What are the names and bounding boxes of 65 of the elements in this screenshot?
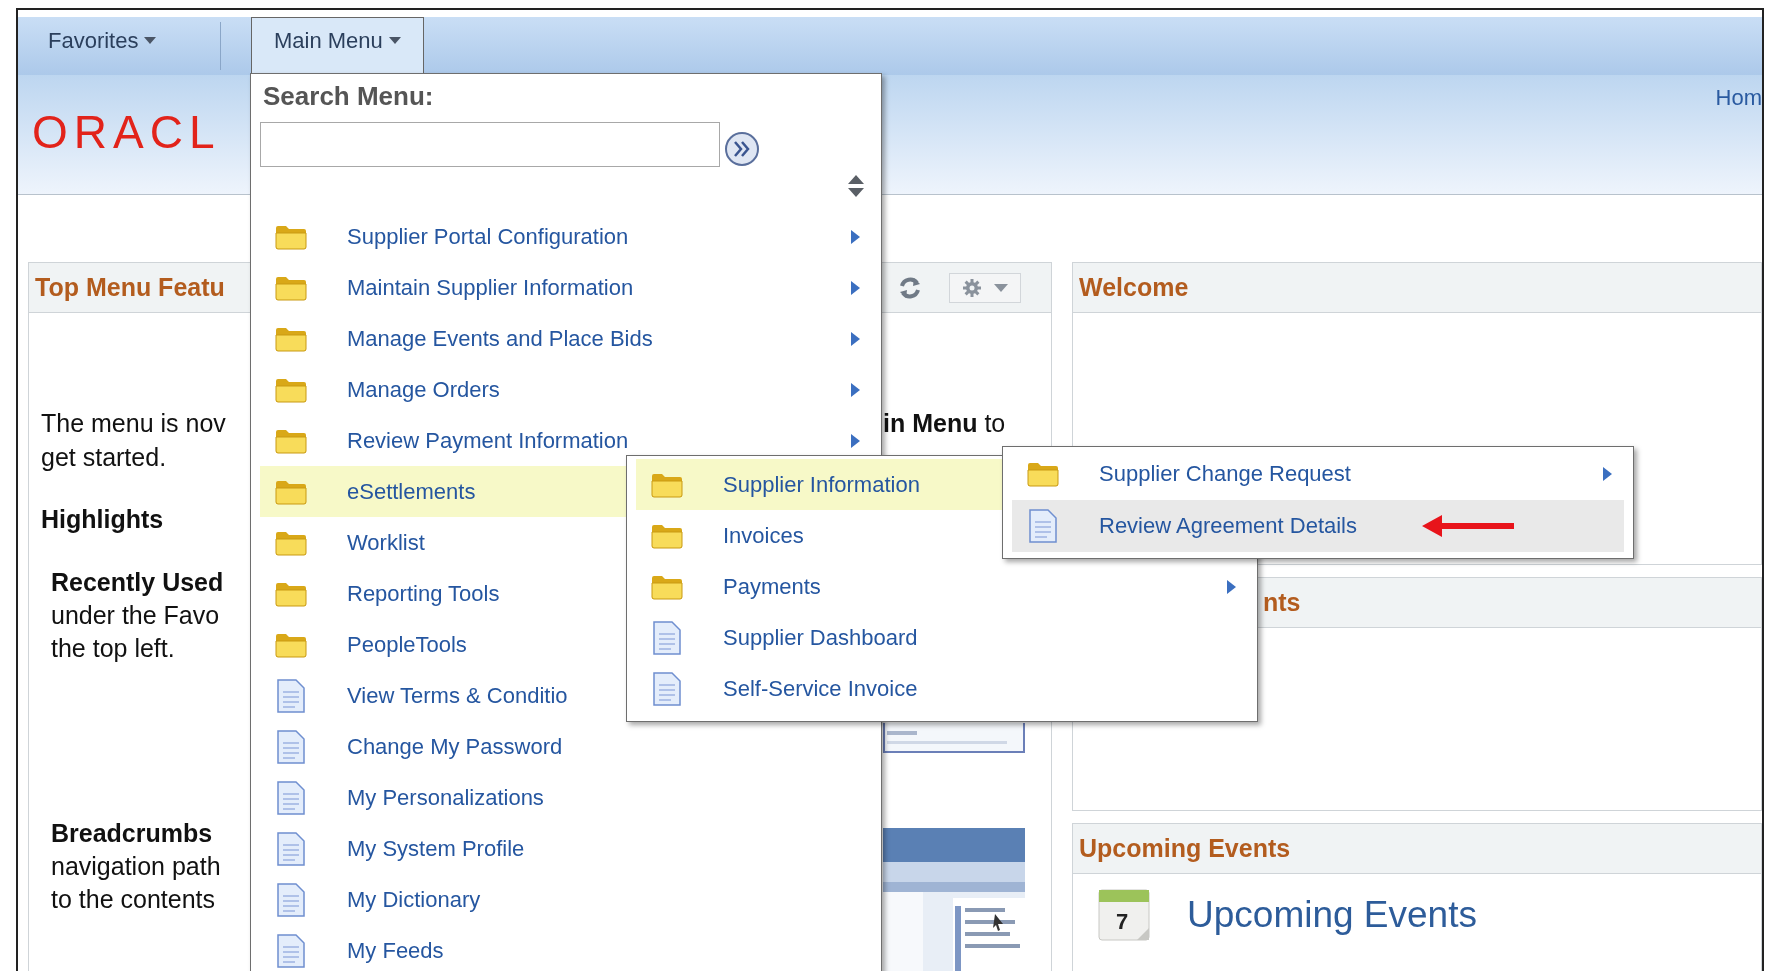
- panel-title: nts: [1263, 588, 1301, 617]
- panel-title: Welcome: [1079, 273, 1189, 302]
- page-icon: [275, 933, 307, 968]
- page-icon: [275, 831, 307, 866]
- folder-icon: [651, 573, 683, 600]
- logo: ORACL: [32, 107, 221, 157]
- menu-item[interactable]: Maintain Supplier Information: [260, 262, 872, 313]
- page-icon: [651, 620, 683, 655]
- intro-text: get started.: [41, 442, 168, 473]
- panel-title: Top Menu Featu: [35, 273, 225, 302]
- page-icon: [275, 780, 307, 815]
- caret-icon: [388, 37, 401, 44]
- menu-item[interactable]: My System Profile: [260, 823, 872, 874]
- section-text: to the contents: [51, 884, 216, 915]
- menu-item[interactable]: Payments: [636, 561, 1248, 612]
- page-icon: [275, 678, 307, 713]
- folder-icon: [275, 376, 307, 403]
- search-label: Search Menu:: [262, 81, 435, 111]
- menu-item[interactable]: My Feeds: [260, 925, 872, 971]
- page-icon: [275, 729, 307, 764]
- intro-text: The menu is nov: [41, 408, 227, 439]
- folder-icon: [275, 325, 307, 352]
- folder-icon: [275, 631, 307, 658]
- folder-icon: [275, 223, 307, 250]
- panel-title: Upcoming Events: [1079, 834, 1291, 863]
- nav-menu-button[interactable]: Favorites: [24, 17, 204, 75]
- calendar-day: 7: [1116, 909, 1129, 935]
- go-button-icon[interactable]: [724, 130, 760, 167]
- folder-icon: [275, 580, 307, 607]
- menu-item[interactable]: Review Agreement Details: [1012, 500, 1624, 552]
- section-text: the top left.: [51, 633, 176, 664]
- events-heading: Upcoming Events: [1187, 894, 1477, 936]
- menu-item[interactable]: My Personalizations: [260, 772, 872, 823]
- search-field[interactable]: [260, 122, 720, 167]
- nav-menu-button[interactable]: Main Menu: [251, 17, 424, 75]
- folder-icon: [1027, 461, 1059, 487]
- intro-text: in Menu to: [883, 408, 1006, 439]
- page-icon: [275, 882, 307, 917]
- caret-icon: [144, 37, 157, 44]
- settings-icon: [962, 277, 982, 298]
- folder-icon: [651, 522, 683, 549]
- folder-icon: [275, 478, 307, 505]
- menu-item[interactable]: Manage Orders: [260, 364, 872, 415]
- calendar-icon: [1097, 888, 1151, 942]
- section-heading: Highlights: [41, 504, 165, 535]
- settings-dropdown-button[interactable]: [949, 272, 1021, 303]
- menu-item[interactable]: My Dictionary: [260, 874, 872, 925]
- sort-icon[interactable]: [847, 175, 865, 197]
- page-icon: [651, 671, 683, 706]
- section-text: under the Favo: [51, 600, 221, 631]
- home-link[interactable]: Hom: [1715, 85, 1762, 111]
- menu-item[interactable]: Supplier Portal Configuration: [260, 211, 872, 262]
- section-heading: Recently Used: [51, 567, 225, 598]
- folder-icon: [651, 471, 683, 498]
- menu-item[interactable]: Manage Events and Place Bids: [260, 313, 872, 364]
- section-text: navigation path: [51, 851, 222, 882]
- section-heading: Breadcrumbs: [51, 818, 214, 849]
- menu-item[interactable]: Supplier Dashboard: [636, 612, 1248, 663]
- caret-icon: [994, 283, 1008, 292]
- folder-icon: [275, 274, 307, 301]
- menu-item[interactable]: Self-Service Invoice: [636, 663, 1248, 714]
- folder-icon: [275, 529, 307, 556]
- page-icon: [1027, 509, 1059, 543]
- folder-icon: [275, 427, 307, 454]
- menu-item[interactable]: Change My Password: [260, 721, 872, 772]
